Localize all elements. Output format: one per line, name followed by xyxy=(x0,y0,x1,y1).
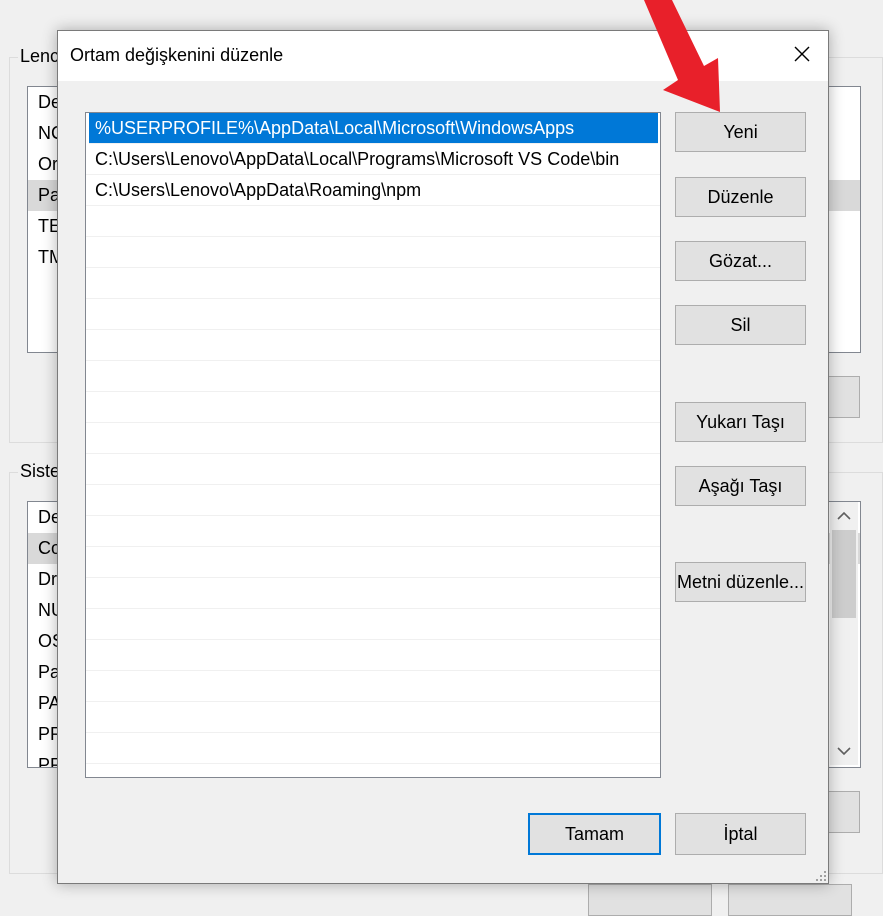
scroll-down-icon[interactable] xyxy=(830,737,858,765)
path-list[interactable]: %USERPROFILE%\AppData\Local\Microsoft\Wi… xyxy=(85,112,661,778)
empty-path-row[interactable] xyxy=(86,578,660,609)
path-row[interactable]: C:\Users\Lenovo\AppData\Local\Programs\M… xyxy=(86,144,660,175)
path-row[interactable]: %USERPROFILE%\AppData\Local\Microsoft\Wi… xyxy=(89,113,658,144)
user-variables-group-title: Lenc xyxy=(18,46,62,67)
empty-path-row[interactable] xyxy=(86,671,660,702)
new-button[interactable]: Yeni xyxy=(675,112,806,152)
cancel-button[interactable]: İptal xyxy=(675,813,806,855)
empty-path-row[interactable] xyxy=(86,547,660,578)
browse-button[interactable]: Gözat... xyxy=(675,241,806,281)
empty-path-row[interactable] xyxy=(86,330,660,361)
empty-path-row[interactable] xyxy=(86,485,660,516)
move-up-button[interactable]: Yukarı Taşı xyxy=(675,402,806,442)
scroll-thumb[interactable] xyxy=(832,530,856,618)
background-cancel-button[interactable] xyxy=(728,884,852,916)
path-row[interactable]: C:\Users\Lenovo\AppData\Roaming\npm xyxy=(86,175,660,206)
empty-path-row[interactable] xyxy=(86,206,660,237)
empty-path-row[interactable] xyxy=(86,237,660,268)
empty-path-row[interactable] xyxy=(86,361,660,392)
empty-path-row[interactable] xyxy=(86,609,660,640)
empty-path-row[interactable] xyxy=(86,516,660,547)
empty-path-row[interactable] xyxy=(86,299,660,330)
empty-path-row[interactable] xyxy=(86,640,660,671)
move-down-button[interactable]: Aşağı Taşı xyxy=(675,466,806,506)
background-ok-button[interactable] xyxy=(588,884,712,916)
empty-path-row[interactable] xyxy=(86,733,660,764)
red-arrow-icon xyxy=(644,0,720,112)
empty-path-row[interactable] xyxy=(86,392,660,423)
system-variables-scrollbar[interactable] xyxy=(830,502,858,765)
ok-button[interactable]: Tamam xyxy=(528,813,661,855)
edit-text-button[interactable]: Metni düzenle... xyxy=(675,562,806,602)
close-button[interactable] xyxy=(776,31,828,81)
edit-environment-variable-dialog: Ortam değişkenini düzenle %USERPROFILE%\… xyxy=(57,30,829,884)
empty-path-row[interactable] xyxy=(86,454,660,485)
empty-path-row[interactable] xyxy=(86,268,660,299)
dialog-title: Ortam değişkenini düzenle xyxy=(70,45,284,65)
system-variables-group-title: Siste xyxy=(18,461,63,482)
empty-path-row[interactable] xyxy=(86,702,660,733)
edit-button[interactable]: Düzenle xyxy=(675,177,806,217)
resize-grip-icon[interactable] xyxy=(814,869,826,881)
empty-path-row[interactable] xyxy=(86,423,660,454)
close-icon xyxy=(793,45,811,68)
delete-button[interactable]: Sil xyxy=(675,305,806,345)
scroll-up-icon[interactable] xyxy=(830,502,858,530)
